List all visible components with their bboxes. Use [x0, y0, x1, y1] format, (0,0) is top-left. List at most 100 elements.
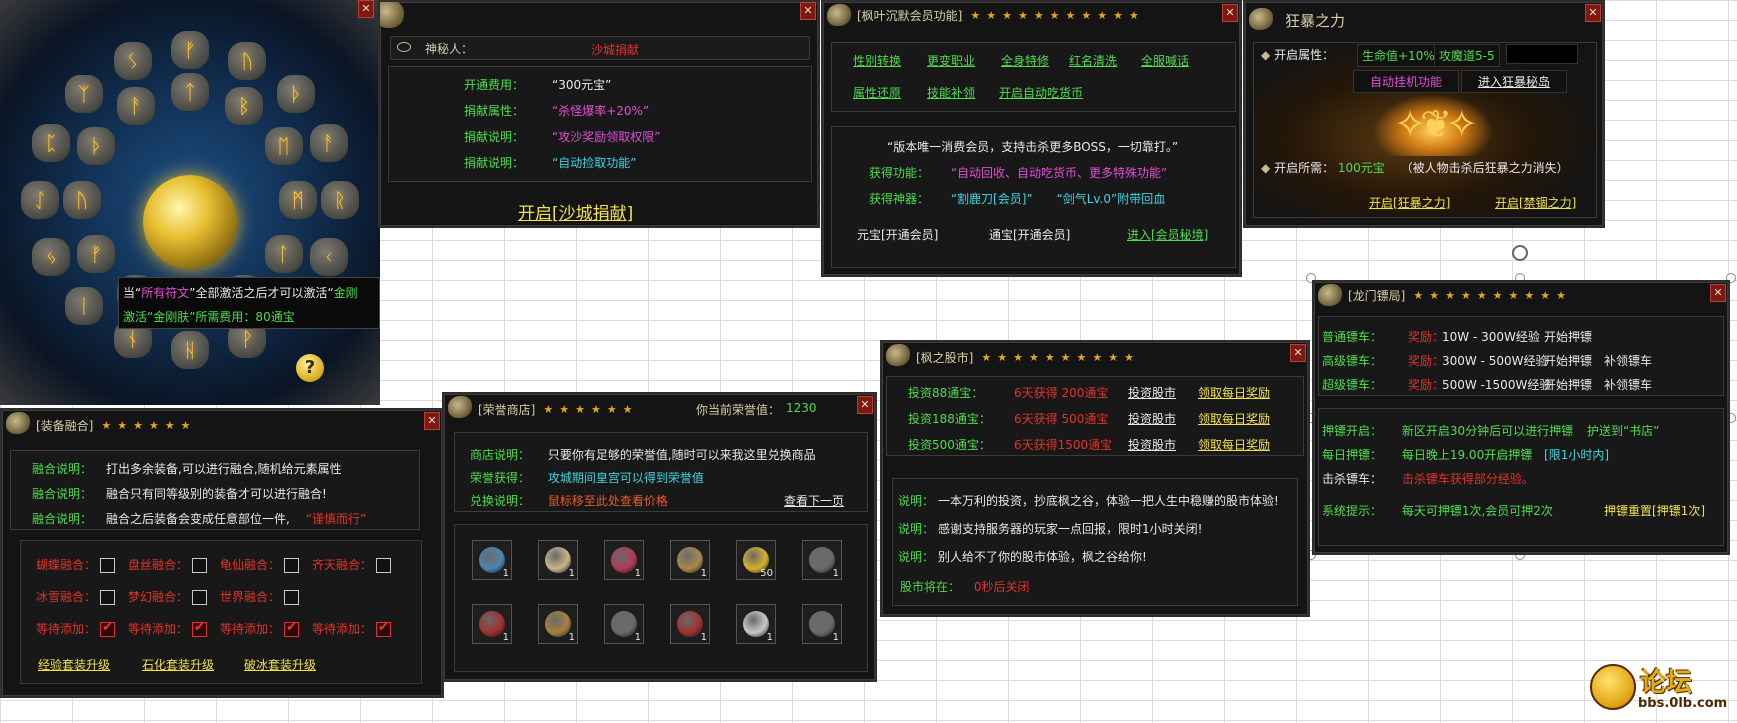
fusion-checkbox[interactable] [192, 590, 208, 605]
rune-stone[interactable]: ᛇ [21, 181, 59, 219]
member-function-link[interactable]: 全服喊话 [1141, 52, 1189, 69]
member-function-link[interactable]: 开启自动吃货币 [999, 84, 1083, 101]
shop-item-slot[interactable]: 1 [604, 604, 644, 644]
open-bind-link[interactable]: 开启[禁锢之力] [1495, 194, 1576, 211]
fusion-checkbox[interactable] [192, 558, 208, 573]
rune-stone[interactable]: ᚢ [63, 181, 101, 219]
invest-stock-button[interactable]: 投资股市 [1128, 384, 1176, 401]
rune-stone[interactable]: ᛗ [279, 181, 317, 219]
rune-stone[interactable]: ᚨ [117, 87, 155, 126]
fusion-option[interactable]: 等待添加： [220, 620, 300, 637]
open-berserk-link[interactable]: 开启[狂暴之力] [1369, 194, 1450, 211]
fusion-checkbox[interactable] [284, 590, 300, 605]
shop-item-slot[interactable]: 1 [538, 540, 578, 580]
member-function-link[interactable]: 红名清洗 [1069, 52, 1117, 69]
tongbao-member-button[interactable]: 通宝[开通会员] [989, 226, 1070, 243]
rune-stone[interactable]: ᚠ [77, 235, 116, 273]
honor-value: 1230 [786, 401, 817, 415]
claim-daily-reward-link[interactable]: 领取每日奖励 [1198, 436, 1270, 453]
rune-stone[interactable]: ᛏ [171, 73, 209, 111]
rune-stone[interactable]: ᛃ [32, 238, 71, 277]
stock-close-button[interactable]: ✕ [1290, 344, 1306, 362]
shop-item-slot[interactable]: 1 [736, 604, 776, 644]
fusion-option[interactable]: 世界融合： [220, 588, 300, 605]
enter-berserk-island-link[interactable]: 进入狂暴秘岛 [1461, 70, 1568, 93]
set-upgrade-link[interactable]: 石化套装升级 [142, 656, 214, 673]
rune-stone[interactable]: ᚦ [277, 74, 316, 113]
open-donation-link[interactable]: 开启[沙城捐献] [518, 199, 633, 224]
rune-stone[interactable]: ᚦ [77, 127, 116, 165]
fusion-option[interactable]: 龟仙融合： [220, 556, 300, 573]
fusion-checkbox[interactable] [100, 620, 116, 637]
shop-item-slot[interactable]: 1 [604, 540, 644, 580]
fusion-checkbox[interactable] [376, 558, 392, 573]
member-function-link[interactable]: 性别转换 [853, 52, 901, 69]
rune-stone[interactable]: ᚲ [309, 238, 348, 277]
shop-item-slot[interactable]: 1 [538, 604, 578, 644]
escort-reset-button[interactable]: 押镖重置[押镖1次] [1604, 502, 1705, 519]
rune-stone[interactable]: ᛖ [264, 127, 303, 165]
shop-item-slot[interactable]: 1 [670, 540, 710, 580]
set-upgrade-link[interactable]: 破冰套装升级 [244, 656, 316, 673]
rune-stone[interactable]: ᚢ [228, 42, 267, 81]
fusion-checkbox[interactable] [100, 558, 116, 573]
invest-stock-button[interactable]: 投资股市 [1128, 410, 1176, 427]
member-function-link[interactable]: 属性还原 [853, 84, 901, 101]
fusion-option[interactable]: 等待添加： [128, 620, 208, 637]
rune-stone[interactable]: ᛉ [64, 74, 103, 113]
member-function-link[interactable]: 更变职业 [927, 52, 975, 69]
rotate-handle-icon[interactable] [1512, 245, 1528, 261]
reclaim-cart-button[interactable]: 补领镖车 [1604, 352, 1652, 369]
shop-item-slot[interactable]: 1 [802, 604, 842, 644]
shop-item-slot[interactable]: 1 [670, 604, 710, 644]
rune-stone[interactable]: ᛒ [225, 87, 263, 126]
fusion-option[interactable]: 等待添加： [36, 620, 116, 637]
member-function-link[interactable]: 全身特修 [1001, 52, 1049, 69]
rune-stone[interactable]: ᛚ [264, 235, 303, 273]
rune-stone[interactable]: ᛊ [113, 42, 152, 81]
fusion-checkbox[interactable] [376, 620, 392, 637]
fusion-close-button[interactable]: ✕ [424, 412, 440, 430]
escort-close-button[interactable]: ✕ [1710, 284, 1726, 302]
invest-stock-button[interactable]: 投资股市 [1128, 436, 1176, 453]
fusion-checkbox[interactable] [284, 558, 300, 573]
start-escort-button[interactable]: 开始押镖 [1544, 352, 1592, 369]
fusion-option[interactable]: 蝴蝶融合： [36, 556, 116, 573]
help-icon[interactable]: ? [296, 354, 324, 382]
shop-item-slot[interactable]: 50 [736, 540, 776, 580]
fusion-checkbox[interactable] [100, 590, 116, 605]
fusion-option[interactable]: 等待添加： [312, 620, 392, 637]
fusion-option[interactable]: 冰雪融合： [36, 588, 116, 605]
fusion-checkbox[interactable] [192, 620, 208, 637]
rune-stone[interactable]: ᚠ [171, 31, 209, 69]
fusion-option[interactable]: 盘丝融合： [128, 556, 208, 573]
fusion-option[interactable]: 齐天融合： [312, 556, 392, 573]
shop-item-slot[interactable]: 1 [802, 540, 842, 580]
start-escort-button[interactable]: 开始押镖 [1544, 376, 1592, 393]
enter-member-realm-link[interactable]: 进入[会员秘境] [1127, 226, 1208, 243]
rune-stone[interactable]: ᛈ [32, 123, 71, 162]
claim-daily-reward-link[interactable]: 领取每日奖励 [1198, 410, 1270, 427]
rune-stone[interactable]: ᚨ [309, 123, 348, 162]
rune-close-button[interactable]: ✕ [358, 0, 374, 18]
rune-stone[interactable]: ᚱ [321, 181, 359, 219]
reclaim-cart-button[interactable]: 补领镖车 [1604, 376, 1652, 393]
shop-item-slot[interactable]: 1 [472, 604, 512, 644]
donation-close-button[interactable]: ✕ [800, 2, 816, 20]
shop-item-slot[interactable]: 1 [472, 540, 512, 580]
honor-close-button[interactable]: ✕ [857, 396, 873, 414]
next-page-link[interactable]: 查看下一页 [784, 492, 844, 509]
member-close-button[interactable]: ✕ [1222, 4, 1238, 22]
member-function-link[interactable]: 技能补领 [927, 84, 975, 101]
fusion-checkbox[interactable] [284, 620, 300, 637]
set-upgrade-link[interactable]: 经验套装升级 [38, 656, 110, 673]
yuanbao-member-button[interactable]: 元宝[开通会员] [857, 226, 938, 243]
fusion-option[interactable]: 梦幻融合： [128, 588, 208, 605]
rune-stone[interactable]: ᛁ [64, 287, 103, 326]
auto-hang-button[interactable]: 自动挂机功能 [1353, 70, 1460, 93]
berserk-close-button[interactable]: ✕ [1585, 4, 1601, 22]
start-escort-button[interactable]: 开始押镖 [1544, 328, 1592, 345]
golden-orb[interactable] [143, 175, 237, 269]
claim-daily-reward-link[interactable]: 领取每日奖励 [1198, 384, 1270, 401]
rune-stone[interactable]: ᚺ [171, 331, 209, 369]
